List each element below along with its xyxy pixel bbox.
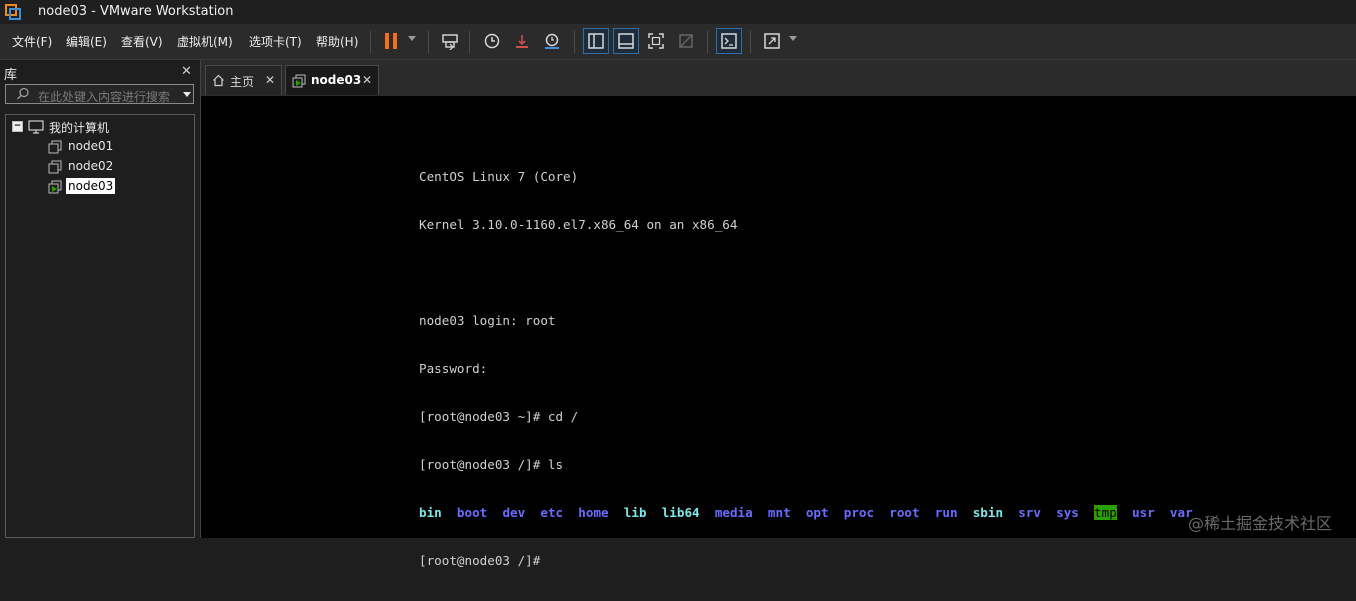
terminal-line: Kernel 3.10.0-1160.el7.x86_64 on an x86_… bbox=[419, 217, 738, 232]
console-view-button[interactable] bbox=[716, 28, 742, 54]
vm-running-icon bbox=[48, 180, 62, 194]
terminal-line: [root@node03 /]# ls bbox=[419, 457, 564, 472]
pause-button[interactable] bbox=[378, 28, 404, 54]
toolbar: 文件(F) 编辑(E) 查看(V) 虚拟机(M) 选项卡(T) 帮助(H) bbox=[0, 24, 1356, 60]
ls-entry-mnt: mnt bbox=[767, 505, 791, 520]
library-panel: 库 ✕ 在此处键入内容进行搜索 − 我的计算机 node01 node02 no… bbox=[0, 60, 201, 538]
snapshot-manager-button[interactable] bbox=[539, 28, 565, 54]
tab-node03-close-icon[interactable]: ✕ bbox=[362, 73, 372, 87]
vm-icon bbox=[48, 140, 62, 154]
clock-snapshot-icon bbox=[484, 33, 500, 49]
revert-snapshot-button[interactable] bbox=[509, 28, 535, 54]
keyboard-send-icon bbox=[442, 34, 458, 50]
terminal-line: Password: bbox=[419, 361, 488, 376]
pause-icon bbox=[385, 33, 397, 49]
ls-entry-lib64: lib64 bbox=[661, 505, 700, 520]
sidebar-layout-icon bbox=[588, 33, 604, 49]
tree-item-node01[interactable]: node01 bbox=[68, 139, 113, 153]
library-title: 库 bbox=[4, 68, 18, 83]
ls-entry-bin: bin bbox=[419, 505, 442, 520]
ls-entry-proc: proc bbox=[843, 505, 875, 520]
tree-expander[interactable]: − bbox=[12, 121, 23, 132]
full-screen-button[interactable] bbox=[643, 28, 669, 54]
toolbar-separator bbox=[707, 31, 708, 53]
send-ctrl-alt-del-button[interactable] bbox=[437, 28, 463, 54]
tree-root-my-computer[interactable]: 我的计算机 bbox=[49, 119, 109, 136]
ls-entry-sbin: sbin bbox=[972, 505, 1004, 520]
snapshot-manager-icon bbox=[545, 33, 559, 49]
toolbar-separator bbox=[574, 31, 575, 53]
unity-disabled-icon bbox=[679, 34, 693, 48]
ls-entry-home: home bbox=[578, 505, 609, 520]
library-search-input[interactable]: 在此处键入内容进行搜索 bbox=[5, 84, 194, 104]
ls-entry-usr: usr bbox=[1131, 505, 1155, 520]
ls-entry-tmp: tmp bbox=[1094, 505, 1117, 520]
tree-item-node03[interactable]: node03 bbox=[66, 178, 116, 194]
menu-tabs[interactable]: 选项卡(T) bbox=[249, 33, 302, 50]
ls-entry-run: run bbox=[934, 505, 958, 520]
home-icon bbox=[213, 74, 224, 87]
show-thumbnail-bar-button[interactable] bbox=[613, 28, 639, 54]
title-bar: node03 - VMware Workstation bbox=[0, 0, 1356, 24]
tab-home-label: 主页 bbox=[230, 75, 255, 89]
toolbar-separator bbox=[428, 31, 429, 53]
terminal-line: ​ bbox=[419, 265, 1193, 281]
vm-tree: − 我的计算机 node01 node02 node03 bbox=[5, 114, 195, 538]
ls-entry-dev: dev bbox=[502, 505, 526, 520]
tab-home-close-icon[interactable]: ✕ bbox=[265, 73, 275, 87]
ls-entry-sys: sys bbox=[1056, 505, 1079, 520]
vm-running-icon bbox=[292, 74, 306, 88]
ls-entry-srv: srv bbox=[1018, 505, 1041, 520]
stretch-guest-button[interactable] bbox=[759, 28, 785, 54]
vm-icon bbox=[48, 160, 62, 174]
vmware-logo-icon bbox=[5, 4, 21, 20]
terminal-line: [root@node03 ~]# cd / bbox=[419, 409, 579, 424]
search-icon bbox=[17, 87, 29, 100]
toolbar-separator bbox=[370, 31, 371, 53]
tree-item-node02[interactable]: node02 bbox=[68, 159, 113, 173]
tab-bar: 主页 ✕ node03 ✕ bbox=[201, 60, 1356, 96]
menu-help[interactable]: 帮助(H) bbox=[316, 33, 358, 50]
stretch-icon bbox=[764, 33, 780, 49]
bottom-panel-layout-icon bbox=[618, 33, 634, 49]
vm-console-screen[interactable]: CentOS Linux 7 (Core) Kernel 3.10.0-1160… bbox=[201, 96, 1356, 568]
toolbar-separator bbox=[469, 31, 470, 53]
ls-entry-etc: etc bbox=[540, 505, 564, 520]
terminal-line: node03 login: root bbox=[419, 313, 556, 328]
terminal-prompt: [root@node03 /]# bbox=[419, 553, 541, 568]
tab-home[interactable]: 主页 ✕ bbox=[205, 65, 282, 95]
terminal-output: CentOS Linux 7 (Core) Kernel 3.10.0-1160… bbox=[419, 137, 1193, 601]
menu-file[interactable]: 文件(F) bbox=[12, 33, 52, 50]
revert-snapshot-icon bbox=[516, 35, 528, 48]
search-placeholder: 在此处键入内容进行搜索 bbox=[38, 90, 171, 104]
stretch-dropdown-arrow[interactable] bbox=[789, 36, 797, 41]
show-library-button[interactable] bbox=[583, 28, 609, 54]
toolbar-separator bbox=[750, 31, 751, 53]
computer-icon bbox=[28, 120, 44, 134]
library-close-icon[interactable]: ✕ bbox=[181, 64, 192, 79]
pause-dropdown-arrow[interactable] bbox=[408, 36, 416, 41]
ls-output-line: bin boot dev etc home lib lib64 media mn… bbox=[419, 505, 1193, 521]
ls-entry-boot: boot bbox=[456, 505, 488, 520]
menu-view[interactable]: 查看(V) bbox=[121, 33, 163, 50]
snapshot-button[interactable] bbox=[479, 28, 505, 54]
ls-entry-root: root bbox=[889, 505, 920, 520]
watermark-text: @稀土掘金技术社区 bbox=[1188, 514, 1333, 533]
menu-edit[interactable]: 编辑(E) bbox=[66, 33, 107, 50]
tab-node03-label: node03 bbox=[311, 73, 362, 87]
terminal-icon bbox=[721, 33, 737, 49]
unity-button[interactable] bbox=[673, 28, 699, 54]
ls-entry-media: media bbox=[714, 505, 753, 520]
tab-node03[interactable]: node03 ✕ bbox=[285, 65, 379, 95]
ls-entry-opt: opt bbox=[805, 505, 829, 520]
ls-entry-lib: lib bbox=[623, 505, 647, 520]
menu-vm[interactable]: 虚拟机(M) bbox=[177, 33, 233, 50]
fullscreen-icon bbox=[648, 33, 664, 49]
terminal-line: CentOS Linux 7 (Core) bbox=[419, 169, 579, 184]
window-title: node03 - VMware Workstation bbox=[38, 4, 234, 19]
search-dropdown-arrow[interactable] bbox=[183, 92, 191, 97]
